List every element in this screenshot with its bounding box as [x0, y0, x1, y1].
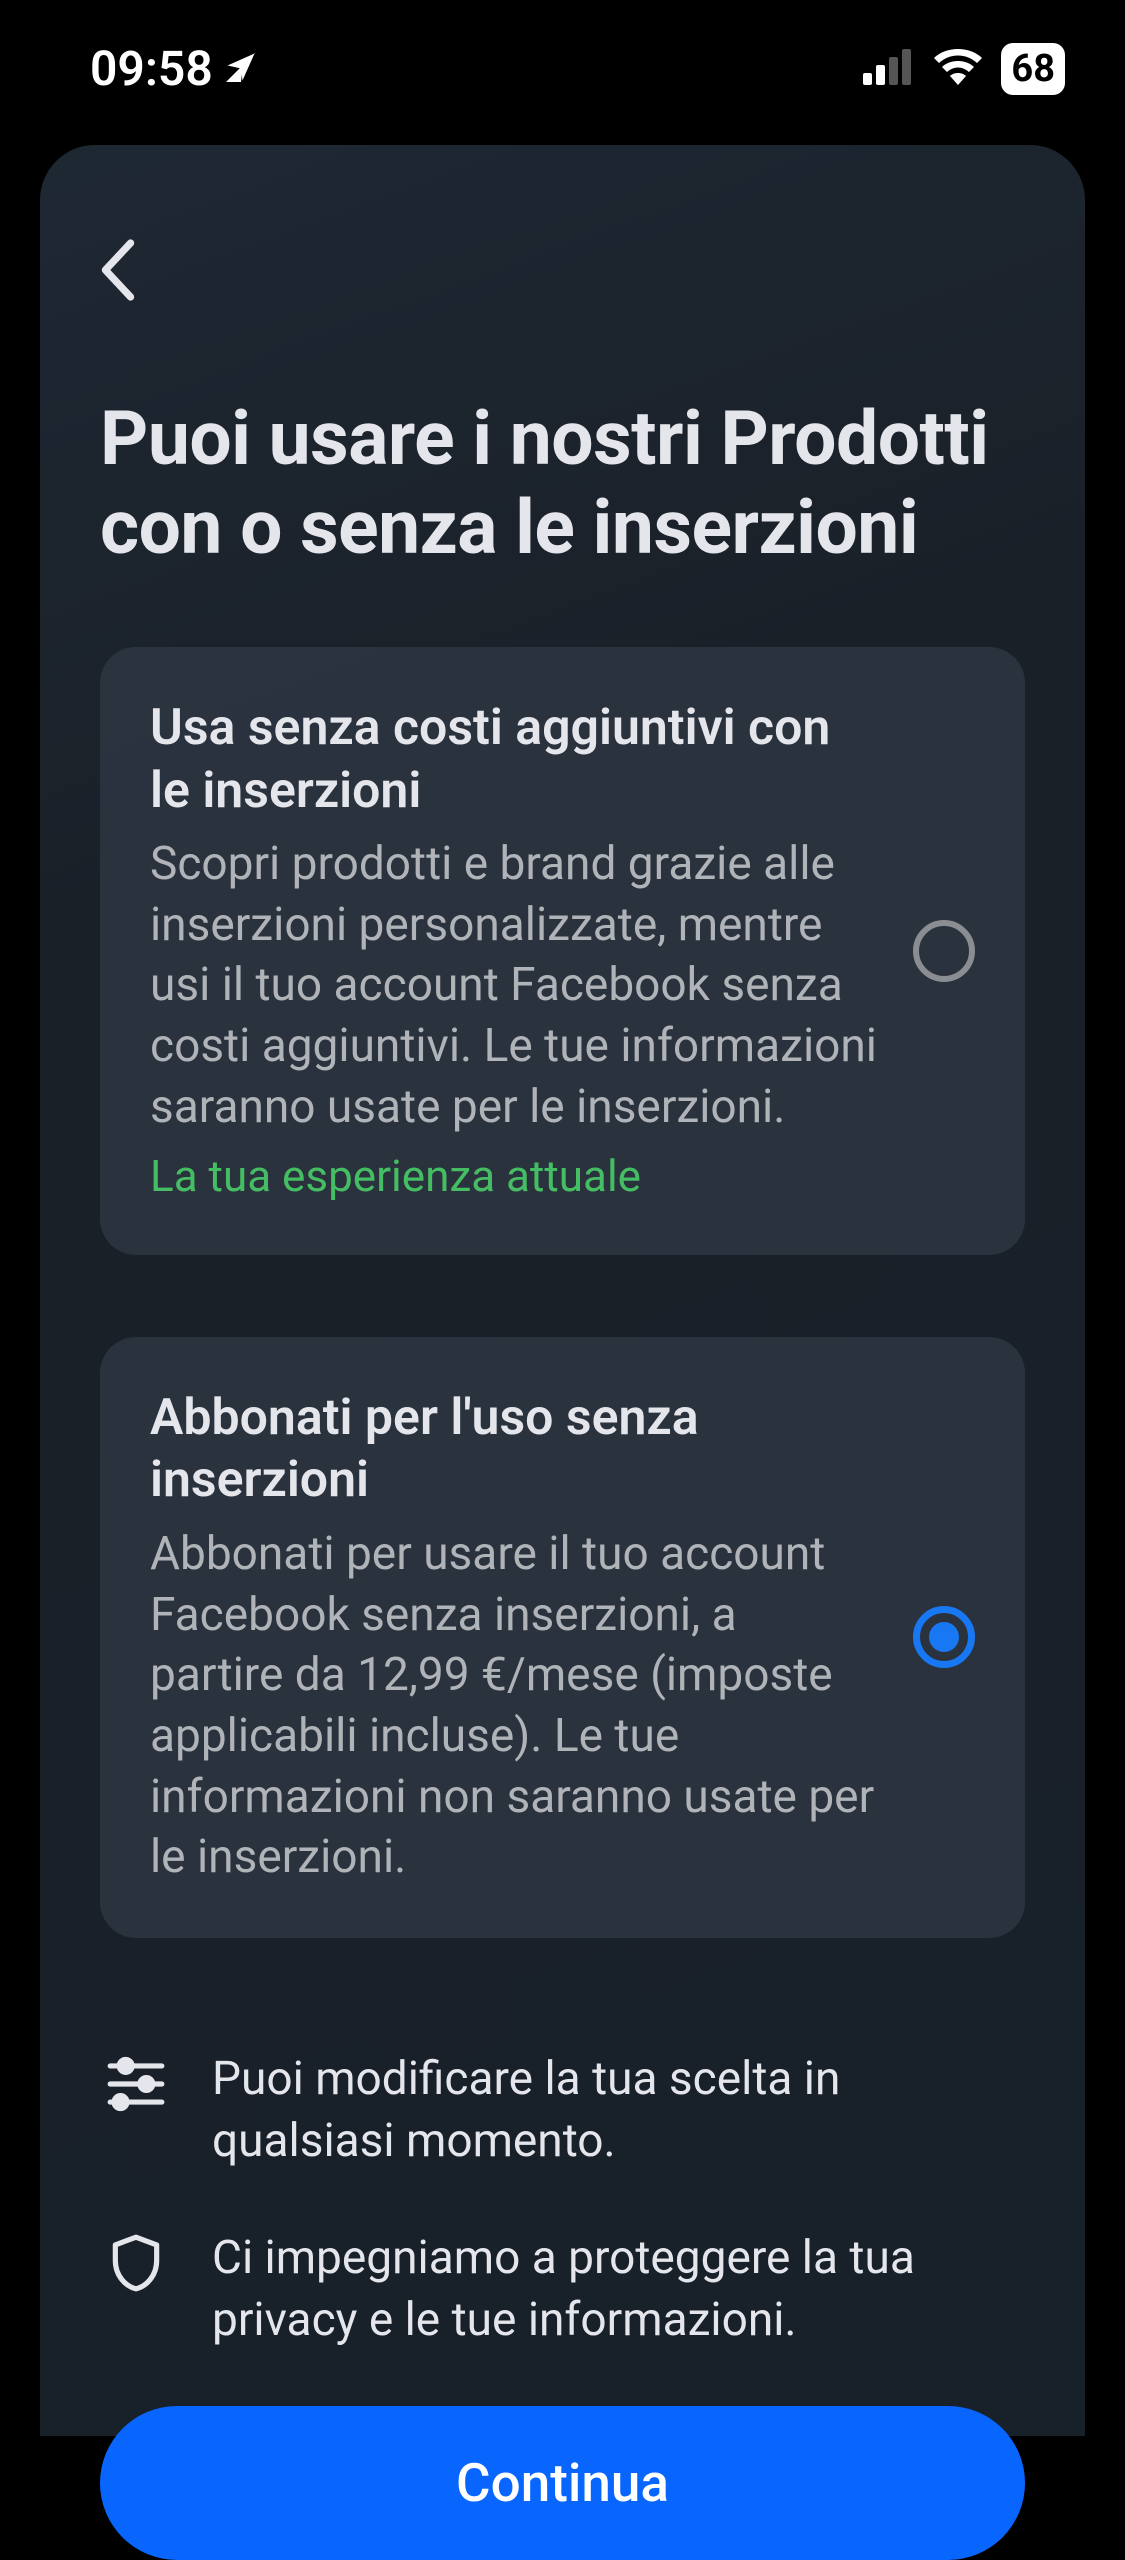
option-desc: Scopri prodotti e brand grazie alle inse…	[150, 834, 878, 1138]
info-text: Ci impegniamo a proteggere la tua privac…	[212, 2227, 1020, 2351]
modal-sheet: Puoi usare i nostri Prodotti con o senza…	[40, 145, 1085, 2436]
radio-selected[interactable]	[913, 1606, 975, 1668]
status-left: 09:58	[90, 40, 259, 97]
info-row-privacy: Ci impegniamo a proteggere la tua privac…	[100, 2227, 1025, 2351]
cellular-icon	[863, 40, 915, 97]
option-badge: La tua esperienza attuale	[150, 1148, 878, 1205]
option-title: Usa senza costi aggiuntivi con le inserz…	[150, 697, 878, 822]
info-text: Puoi modificare la tua scelta in qualsia…	[212, 2048, 1020, 2172]
chevron-left-icon	[100, 239, 136, 301]
status-time: 09:58	[90, 40, 213, 97]
continue-button[interactable]: Continua	[100, 2406, 1025, 2560]
status-bar: 09:58 68	[0, 0, 1125, 117]
back-button[interactable]	[100, 240, 160, 300]
option-card-free-with-ads[interactable]: Usa senza costi aggiuntivi con le inserz…	[100, 647, 1025, 1255]
status-right: 68	[863, 40, 1065, 97]
sliders-icon	[105, 2053, 167, 2115]
shield-icon	[105, 2232, 167, 2294]
option-desc: Abbonati per usare il tuo account Facebo…	[150, 1524, 878, 1888]
page-title: Puoi usare i nostri Prodotti con o senza…	[100, 395, 1025, 572]
radio-unselected[interactable]	[913, 920, 975, 982]
option-text: Usa senza costi aggiuntivi con le inserz…	[150, 697, 878, 1205]
battery-level: 68	[1011, 47, 1055, 91]
battery-indicator: 68	[1001, 43, 1065, 95]
location-icon	[223, 40, 259, 97]
option-title: Abbonati per l'uso senza inserzioni	[150, 1387, 878, 1512]
option-text: Abbonati per l'uso senza inserzioni Abbo…	[150, 1387, 878, 1888]
wifi-icon	[933, 40, 983, 97]
option-card-subscribe-no-ads[interactable]: Abbonati per l'uso senza inserzioni Abbo…	[100, 1337, 1025, 1938]
info-row-modify: Puoi modificare la tua scelta in qualsia…	[100, 2048, 1025, 2172]
